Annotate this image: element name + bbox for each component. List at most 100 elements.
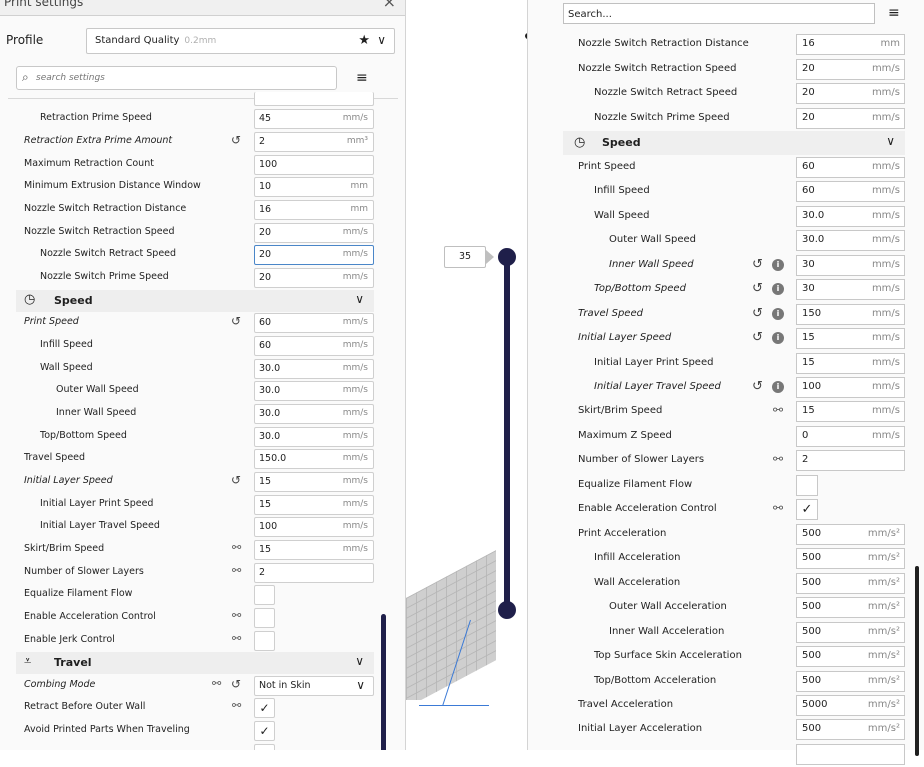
link-icon: ⚯ (212, 677, 222, 690)
value-input[interactable]: 100 (254, 155, 374, 175)
checkbox-checked[interactable]: ✓ (254, 698, 275, 718)
unit-label: mm/s (342, 272, 368, 282)
value-input[interactable]: 60 mm/s (796, 181, 905, 202)
value-input[interactable]: 30.0 mm/s (254, 359, 374, 379)
value-input[interactable]: 0 mm/s (796, 426, 905, 447)
value-input[interactable]: 30.0 mm/s (796, 230, 905, 251)
setting-row: Skirt/Brim Speed ⚯ 15 mm/s (563, 400, 908, 424)
input-value: 2 (259, 567, 266, 578)
setting-label: Nozzle Switch Retract Speed (594, 87, 738, 98)
value-input[interactable]: 15 mm/s (254, 540, 374, 560)
checkbox[interactable] (254, 744, 275, 750)
setting-row: Top/Bottom Speed ↺ i 30 mm/s (563, 278, 908, 302)
value-input[interactable]: 500 mm/s² (796, 548, 905, 569)
search-input[interactable] (568, 6, 868, 22)
info-icon[interactable]: i (772, 381, 784, 393)
value-input[interactable]: 30.0 mm/s (796, 206, 905, 227)
value-input[interactable]: 500 mm/s² (796, 622, 905, 643)
value-input[interactable]: 30 mm/s (796, 279, 905, 300)
value-input[interactable]: 45 mm/s (254, 109, 374, 129)
value-input[interactable]: 100 mm/s (796, 377, 905, 398)
info-icon[interactable]: i (772, 259, 784, 271)
reset-icon[interactable]: ↺ (752, 281, 763, 296)
reset-icon[interactable]: ↺ (231, 314, 241, 328)
unit-label: mm/s (871, 234, 900, 245)
checkbox-checked[interactable]: ✓ (796, 499, 818, 520)
checkbox[interactable] (796, 475, 818, 496)
combing-mode-dropdown[interactable]: Not in Skin ∨ (254, 676, 374, 696)
value-input[interactable]: 20 mm/s (796, 59, 905, 80)
value-input[interactable]: 10 mm (254, 177, 374, 197)
value-input[interactable]: 30.0 mm/s (254, 427, 374, 447)
category-speed[interactable]: ◷ Speed ∨ (563, 131, 905, 155)
value-input[interactable]: 15 mm/s (796, 401, 905, 422)
scrollbar-thumb[interactable] (381, 614, 386, 750)
value-input[interactable] (796, 744, 905, 765)
value-input[interactable]: 15 mm/s (254, 495, 374, 515)
close-icon[interactable]: × (383, 0, 396, 11)
settings-search[interactable] (563, 3, 875, 24)
value-input[interactable]: 30 mm/s (796, 255, 905, 276)
scrollbar-thumb[interactable] (915, 566, 919, 756)
value-input[interactable]: 16 mm (254, 200, 374, 220)
setting-label: Nozzle Switch Retraction Speed (578, 63, 737, 74)
value-input[interactable]: 150 mm/s (796, 304, 905, 325)
layer-slider-track[interactable] (504, 256, 510, 610)
category-label: Speed (602, 136, 641, 149)
input-value: 60 (259, 317, 272, 328)
input-value: 2 (259, 136, 266, 147)
value-input[interactable]: 60 mm/s (254, 313, 374, 333)
value-input[interactable]: 5000 mm/s² (796, 695, 905, 716)
value-input[interactable]: 15 mm/s (796, 328, 905, 349)
value-input[interactable]: 150.0 mm/s (254, 449, 374, 469)
menu-icon[interactable]: ≡ (888, 5, 900, 21)
value-input[interactable]: 20 mm/s (796, 83, 905, 104)
value-input[interactable]: 30.0 mm/s (254, 381, 374, 401)
value-input[interactable]: 15 mm/s (796, 353, 905, 374)
category-speed[interactable]: ◷ Speed ∨ (16, 290, 374, 312)
profile-dropdown[interactable]: Standard Quality 0.2mm ★ ∨ (86, 28, 395, 54)
reset-icon[interactable]: ↺ (752, 306, 763, 321)
layer-number-box[interactable]: 35 (444, 246, 486, 268)
value-input[interactable]: 500 mm/s² (796, 671, 905, 692)
checkbox[interactable] (254, 585, 275, 605)
menu-icon[interactable]: ≡ (356, 70, 368, 86)
reset-icon[interactable]: ↺ (752, 330, 763, 345)
value-input[interactable]: 20 mm/s (254, 268, 374, 288)
layer-slider-bottom-handle[interactable] (498, 601, 516, 619)
layer-slider-top-handle[interactable] (498, 248, 516, 266)
value-input[interactable]: 100 mm/s (254, 517, 374, 537)
info-icon[interactable]: i (772, 283, 784, 295)
value-input[interactable]: 20 mm/s (796, 108, 905, 129)
value-input[interactable]: 2 (254, 563, 374, 583)
reset-icon[interactable]: ↺ (231, 133, 241, 147)
value-input[interactable]: 500 mm/s² (796, 524, 905, 545)
value-input[interactable]: 500 mm/s² (796, 573, 905, 594)
info-icon[interactable]: i (772, 308, 784, 320)
value-input[interactable]: 60 mm/s (254, 336, 374, 356)
value-input[interactable]: 30.0 mm/s (254, 404, 374, 424)
value-input[interactable]: 500 mm/s² (796, 719, 905, 740)
value-input[interactable]: 60 mm/s (796, 157, 905, 178)
value-input-focused[interactable]: 20 mm/s (254, 245, 374, 265)
info-icon[interactable]: i (772, 332, 784, 344)
star-icon[interactable]: ★ (358, 33, 370, 48)
checkbox[interactable] (254, 608, 275, 628)
checkbox[interactable] (254, 631, 275, 651)
search-input[interactable] (36, 70, 326, 86)
reset-icon[interactable]: ↺ (752, 379, 763, 394)
reset-icon[interactable]: ↺ (231, 473, 241, 487)
checkbox-checked[interactable]: ✓ (254, 721, 275, 741)
value-input[interactable]: 16 mm (796, 34, 905, 55)
reset-icon[interactable]: ↺ (752, 257, 763, 272)
value-input[interactable]: 2 mm³ (254, 132, 374, 152)
value-input[interactable]: 20 mm/s (254, 223, 374, 243)
reset-icon[interactable]: ↺ (231, 677, 241, 691)
value-input[interactable]: 2 (796, 450, 905, 471)
value-input[interactable]: 500 mm/s² (796, 597, 905, 618)
value-input[interactable]: 15 mm/s (254, 472, 374, 492)
settings-search[interactable]: ⌕ (16, 66, 337, 90)
category-travel[interactable]: ⩡ Travel ∨ (16, 652, 374, 674)
value-input[interactable]: 500 mm/s² (796, 646, 905, 667)
value-input[interactable] (254, 92, 374, 106)
